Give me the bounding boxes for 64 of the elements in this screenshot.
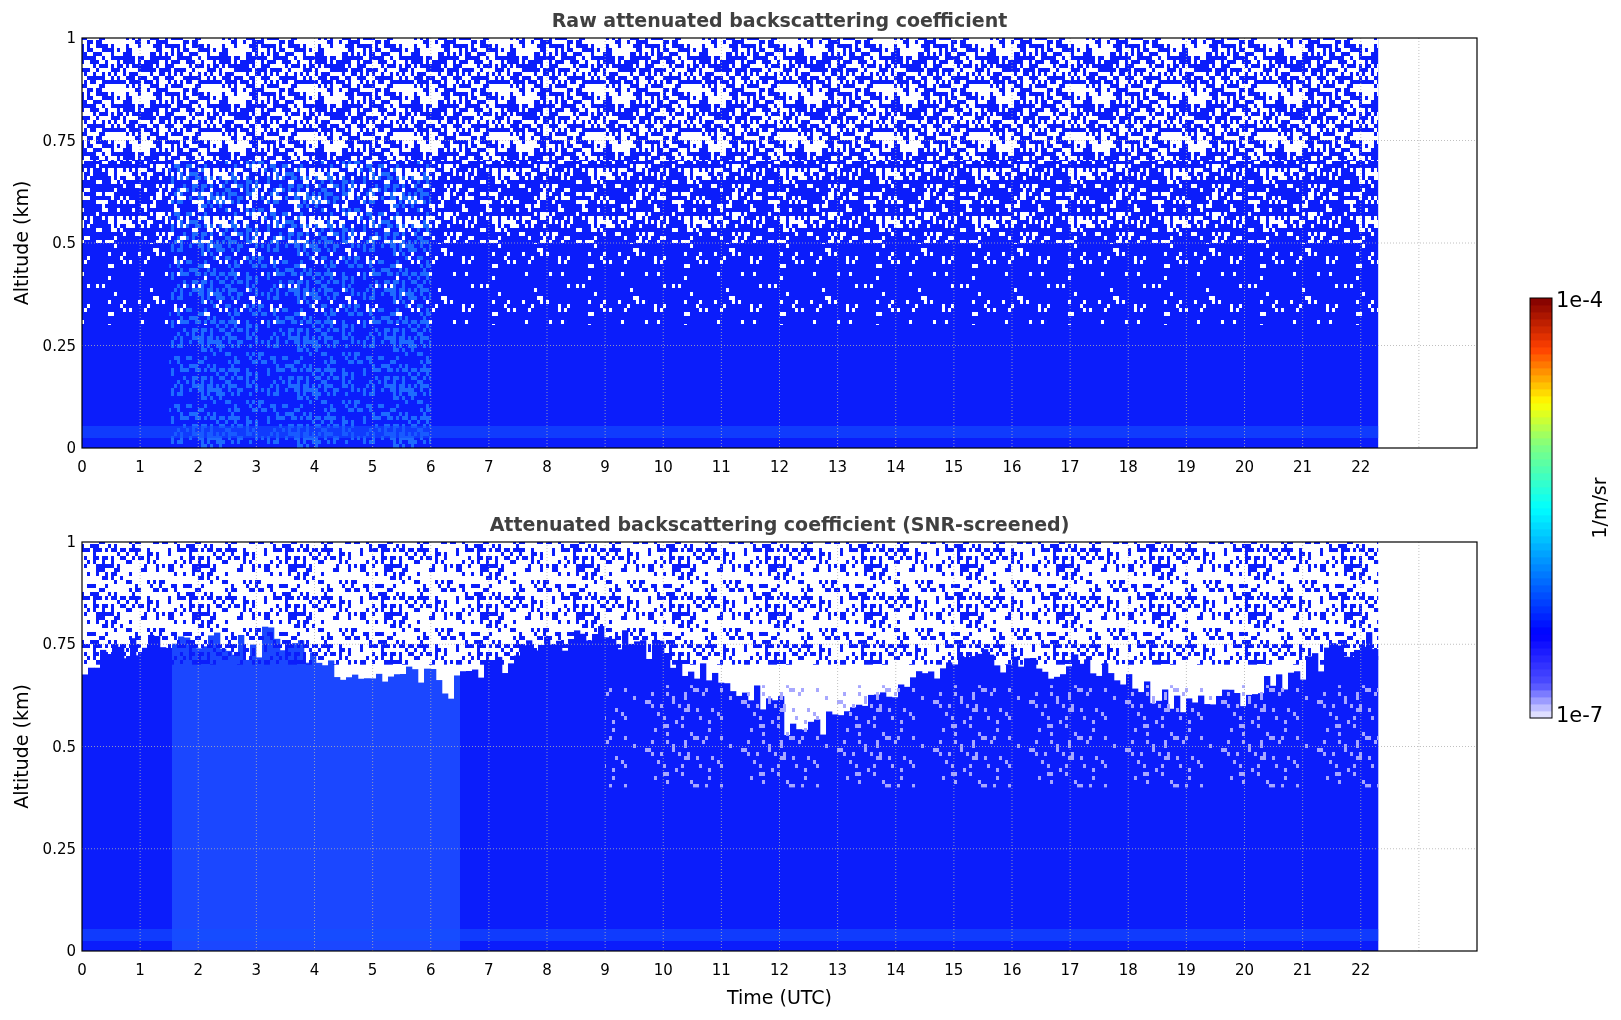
tick-label: 5	[367, 458, 378, 476]
tick-label: 4	[309, 961, 320, 979]
tick-label: 0	[77, 961, 87, 979]
tick-label: 4	[309, 458, 320, 476]
tick-label: 1e-4	[1556, 288, 1604, 312]
tick-label: 10	[653, 961, 673, 979]
tick-label: 1	[135, 458, 145, 476]
tick-label: 8	[542, 961, 552, 979]
tick-label: 0.25	[42, 336, 76, 355]
tick-label: 0.5	[52, 737, 76, 756]
tick-label: 17	[1060, 458, 1080, 476]
tick-label: 5	[367, 961, 378, 979]
tick-label: 14	[886, 458, 906, 476]
chart-title: Raw attenuated backscattering coefficient	[551, 9, 1008, 31]
tick-label: 0.75	[42, 635, 76, 654]
axis-label: Time (UTC)	[727, 986, 832, 1008]
tick-label: 0	[77, 458, 87, 476]
tick-label: 0.5	[52, 234, 76, 252]
tick-label: 1	[135, 961, 145, 979]
tick-label: 3	[251, 961, 262, 979]
tick-label: 16	[1002, 961, 1022, 979]
tick-label: 11	[711, 961, 731, 979]
tick-label: 1e-7	[1556, 703, 1604, 727]
tick-label: 10	[653, 458, 673, 476]
tick-label: 16	[1002, 458, 1022, 476]
tick-label: 12	[769, 961, 790, 979]
tick-label: 1	[66, 533, 76, 551]
chart-title: Attenuated backscattering coefficient (SNR-screened)	[489, 513, 1070, 535]
tick-label: 17	[1060, 961, 1080, 979]
tick-label: 3	[251, 458, 262, 476]
tick-label: 19	[1176, 458, 1196, 476]
tick-label: 2	[193, 961, 203, 979]
tick-label: 15	[944, 961, 964, 979]
tick-label: 22	[1351, 961, 1371, 979]
tick-label: 6	[426, 458, 436, 476]
tick-label: 14	[886, 961, 906, 979]
tick-label: 11	[711, 458, 731, 476]
tick-label: 2	[193, 458, 203, 476]
tick-label: 7	[484, 961, 494, 979]
axis-label: Altitude (km)	[10, 684, 32, 809]
tick-label: 0.25	[42, 839, 76, 858]
tick-label: 21	[1293, 458, 1313, 476]
tick-label: 0.75	[42, 131, 76, 150]
tick-label: 0	[66, 942, 76, 960]
tick-label: 13	[828, 961, 848, 979]
tick-label: 19	[1176, 961, 1196, 979]
tick-label: 20	[1234, 458, 1255, 476]
tick-label: 9	[600, 961, 610, 979]
axis-label: 1/m/sr	[1588, 477, 1610, 539]
tick-label: 8	[542, 458, 552, 476]
tick-label: 18	[1118, 961, 1138, 979]
tick-label: 6	[426, 961, 436, 979]
tick-label: 1	[66, 29, 76, 47]
tick-label: 12	[769, 458, 790, 476]
tick-label: 0	[66, 439, 76, 457]
tick-label: 18	[1118, 458, 1138, 476]
tick-label: 9	[600, 458, 610, 476]
tick-label: 21	[1293, 961, 1313, 979]
tick-label: 13	[828, 458, 848, 476]
tick-label: 15	[944, 458, 964, 476]
tick-label: 20	[1234, 961, 1255, 979]
tick-label: 7	[484, 458, 494, 476]
axis-label: Altitude (km)	[10, 180, 32, 306]
tick-label: 22	[1351, 458, 1371, 476]
